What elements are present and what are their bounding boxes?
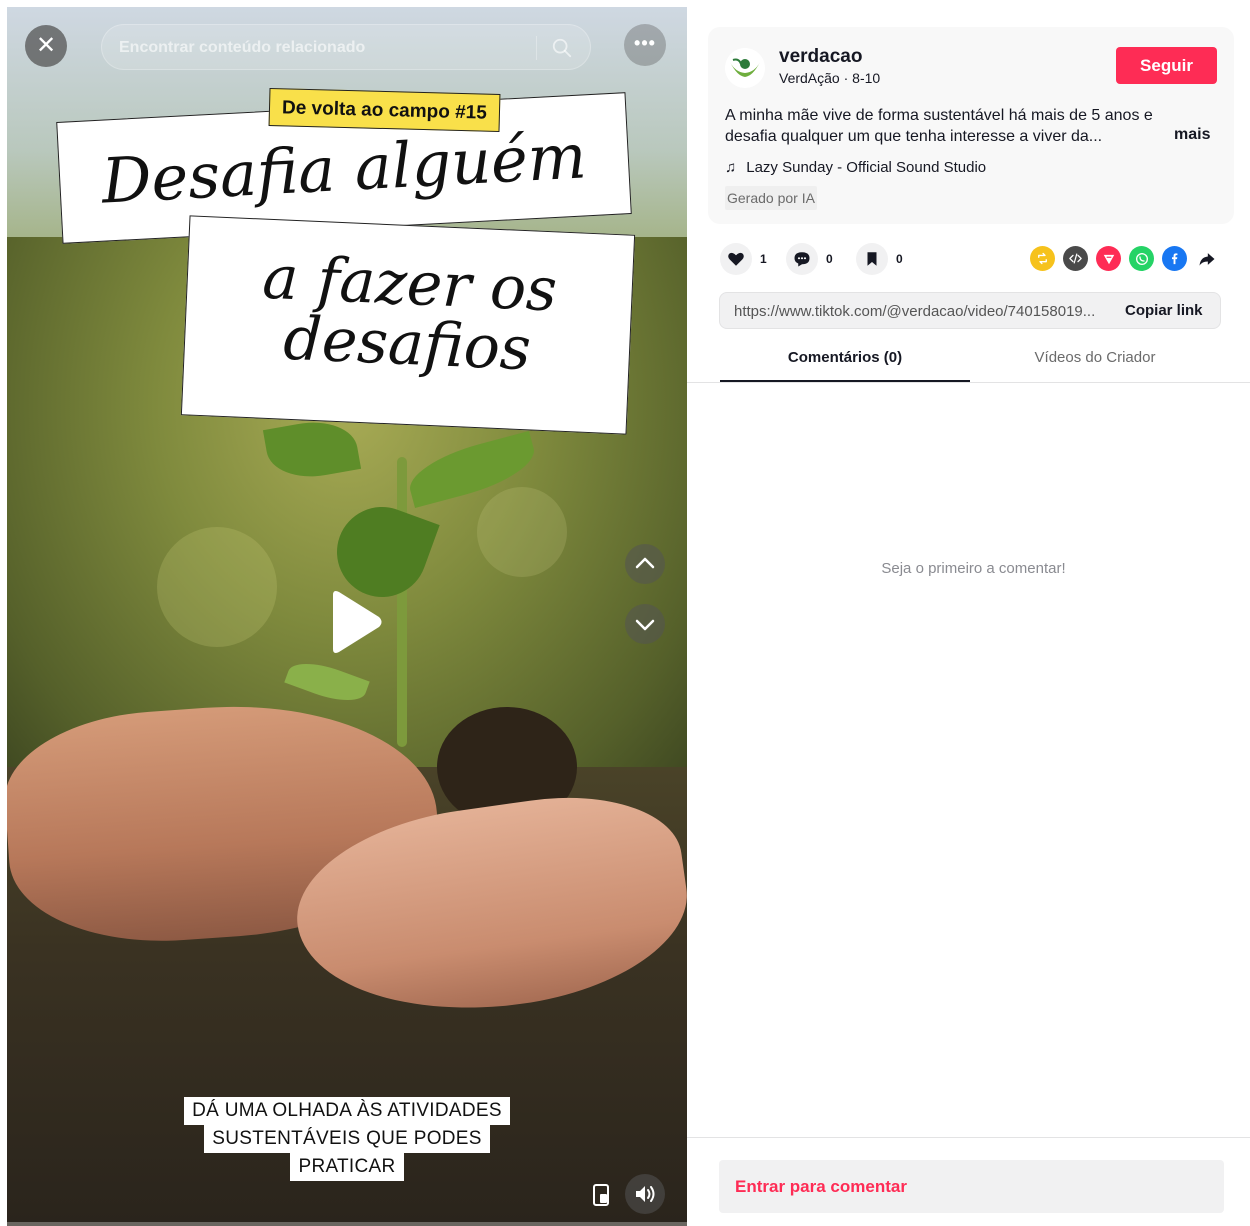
- post-description: A minha mãe vive de forma sustentável há…: [725, 107, 1153, 145]
- music-note-icon: ♫: [725, 159, 737, 176]
- picture-in-picture-icon[interactable]: [585, 1179, 619, 1213]
- send-icon[interactable]: [1096, 246, 1121, 271]
- video-top-bar: ✕ Encontrar conteúdo relacionado •••: [7, 7, 687, 87]
- share-arrow-icon[interactable]: [1194, 246, 1219, 271]
- video-title-card-2: a fazer os desafios: [180, 215, 636, 435]
- login-to-comment-button[interactable]: Entrar para comentar: [719, 1160, 1224, 1213]
- previous-video-button[interactable]: [625, 544, 665, 584]
- save-button[interactable]: 0: [856, 242, 903, 276]
- chevron-up-icon: [635, 557, 655, 569]
- actions-row: 1 0 0: [720, 242, 1230, 276]
- tab-comments[interactable]: Comentários (0): [720, 340, 970, 382]
- video-caption: DÁ UMA OLHADA ÀS ATIVIDADES SUSTENTÁVEIS…: [7, 1097, 687, 1181]
- video-progress-bar[interactable]: [7, 1222, 687, 1226]
- copy-link-button[interactable]: Copiar link: [1125, 293, 1203, 328]
- avatar[interactable]: [725, 48, 765, 88]
- close-button[interactable]: ✕: [25, 25, 67, 67]
- music-title: Lazy Sunday - Official Sound Studio: [746, 159, 987, 176]
- comment-button[interactable]: 0: [786, 242, 833, 276]
- repost-icon[interactable]: [1030, 246, 1055, 271]
- heart-icon: [728, 252, 744, 266]
- video-tag-label: De volta ao campo #15: [268, 87, 501, 133]
- save-count: 0: [896, 252, 903, 266]
- caption-line: DÁ UMA OLHADA ÀS ATIVIDADES: [184, 1097, 510, 1125]
- ai-generated-badge: Gerado por IA: [725, 186, 817, 210]
- whatsapp-icon[interactable]: [1129, 246, 1154, 271]
- display-name-date: VerdAção · 8-10: [779, 70, 881, 86]
- speaker-icon: [636, 1186, 655, 1202]
- play-icon[interactable]: [317, 587, 387, 657]
- empty-comments-message: Seja o primeiro a comentar!: [687, 560, 1250, 577]
- search-icon[interactable]: [551, 37, 573, 59]
- post-info-card: verdacao VerdAção · 8-10 Seguir A minha …: [708, 27, 1234, 224]
- caption-line: SUSTENTÁVEIS QUE PODES: [204, 1125, 490, 1153]
- chevron-down-icon: [635, 619, 655, 631]
- volume-button[interactable]: [625, 1174, 665, 1214]
- comment-icon: [794, 252, 810, 267]
- empty-comments-text: Seja o primeiro a comentar!: [881, 560, 1066, 577]
- comments-tabs: Comentários (0) Vídeos do Criador: [687, 340, 1250, 383]
- more-options-button[interactable]: •••: [624, 24, 666, 66]
- video-player[interactable]: ✕ Encontrar conteúdo relacionado ••• Des…: [7, 7, 687, 1226]
- tab-creator-videos[interactable]: Vídeos do Criador: [970, 340, 1220, 382]
- bookmark-icon: [867, 252, 877, 266]
- divider: [687, 1137, 1250, 1138]
- more-description-link[interactable]: mais: [1174, 126, 1210, 144]
- embed-icon[interactable]: [1063, 246, 1088, 271]
- like-button[interactable]: 1: [720, 242, 767, 276]
- related-search-input[interactable]: Encontrar conteúdo relacionado: [101, 24, 591, 70]
- more-icon: •••: [634, 33, 656, 53]
- like-count: 1: [760, 252, 767, 266]
- caption-line: PRATICAR: [290, 1153, 404, 1181]
- search-placeholder: Encontrar conteúdo relacionado: [119, 39, 366, 56]
- music-link[interactable]: ♫ Lazy Sunday - Official Sound Studio: [725, 159, 986, 176]
- comment-count: 0: [826, 252, 833, 266]
- video-title-line-1: Desafia alguém: [99, 119, 589, 218]
- video-url[interactable]: https://www.tiktok.com/@verdacao/video/7…: [734, 303, 1095, 320]
- close-icon: ✕: [35, 32, 57, 59]
- video-link-box: https://www.tiktok.com/@verdacao/video/7…: [719, 292, 1221, 329]
- facebook-icon[interactable]: [1162, 246, 1187, 271]
- follow-button[interactable]: Seguir: [1116, 47, 1217, 84]
- username[interactable]: verdacao: [779, 46, 862, 68]
- next-video-button[interactable]: [625, 604, 665, 644]
